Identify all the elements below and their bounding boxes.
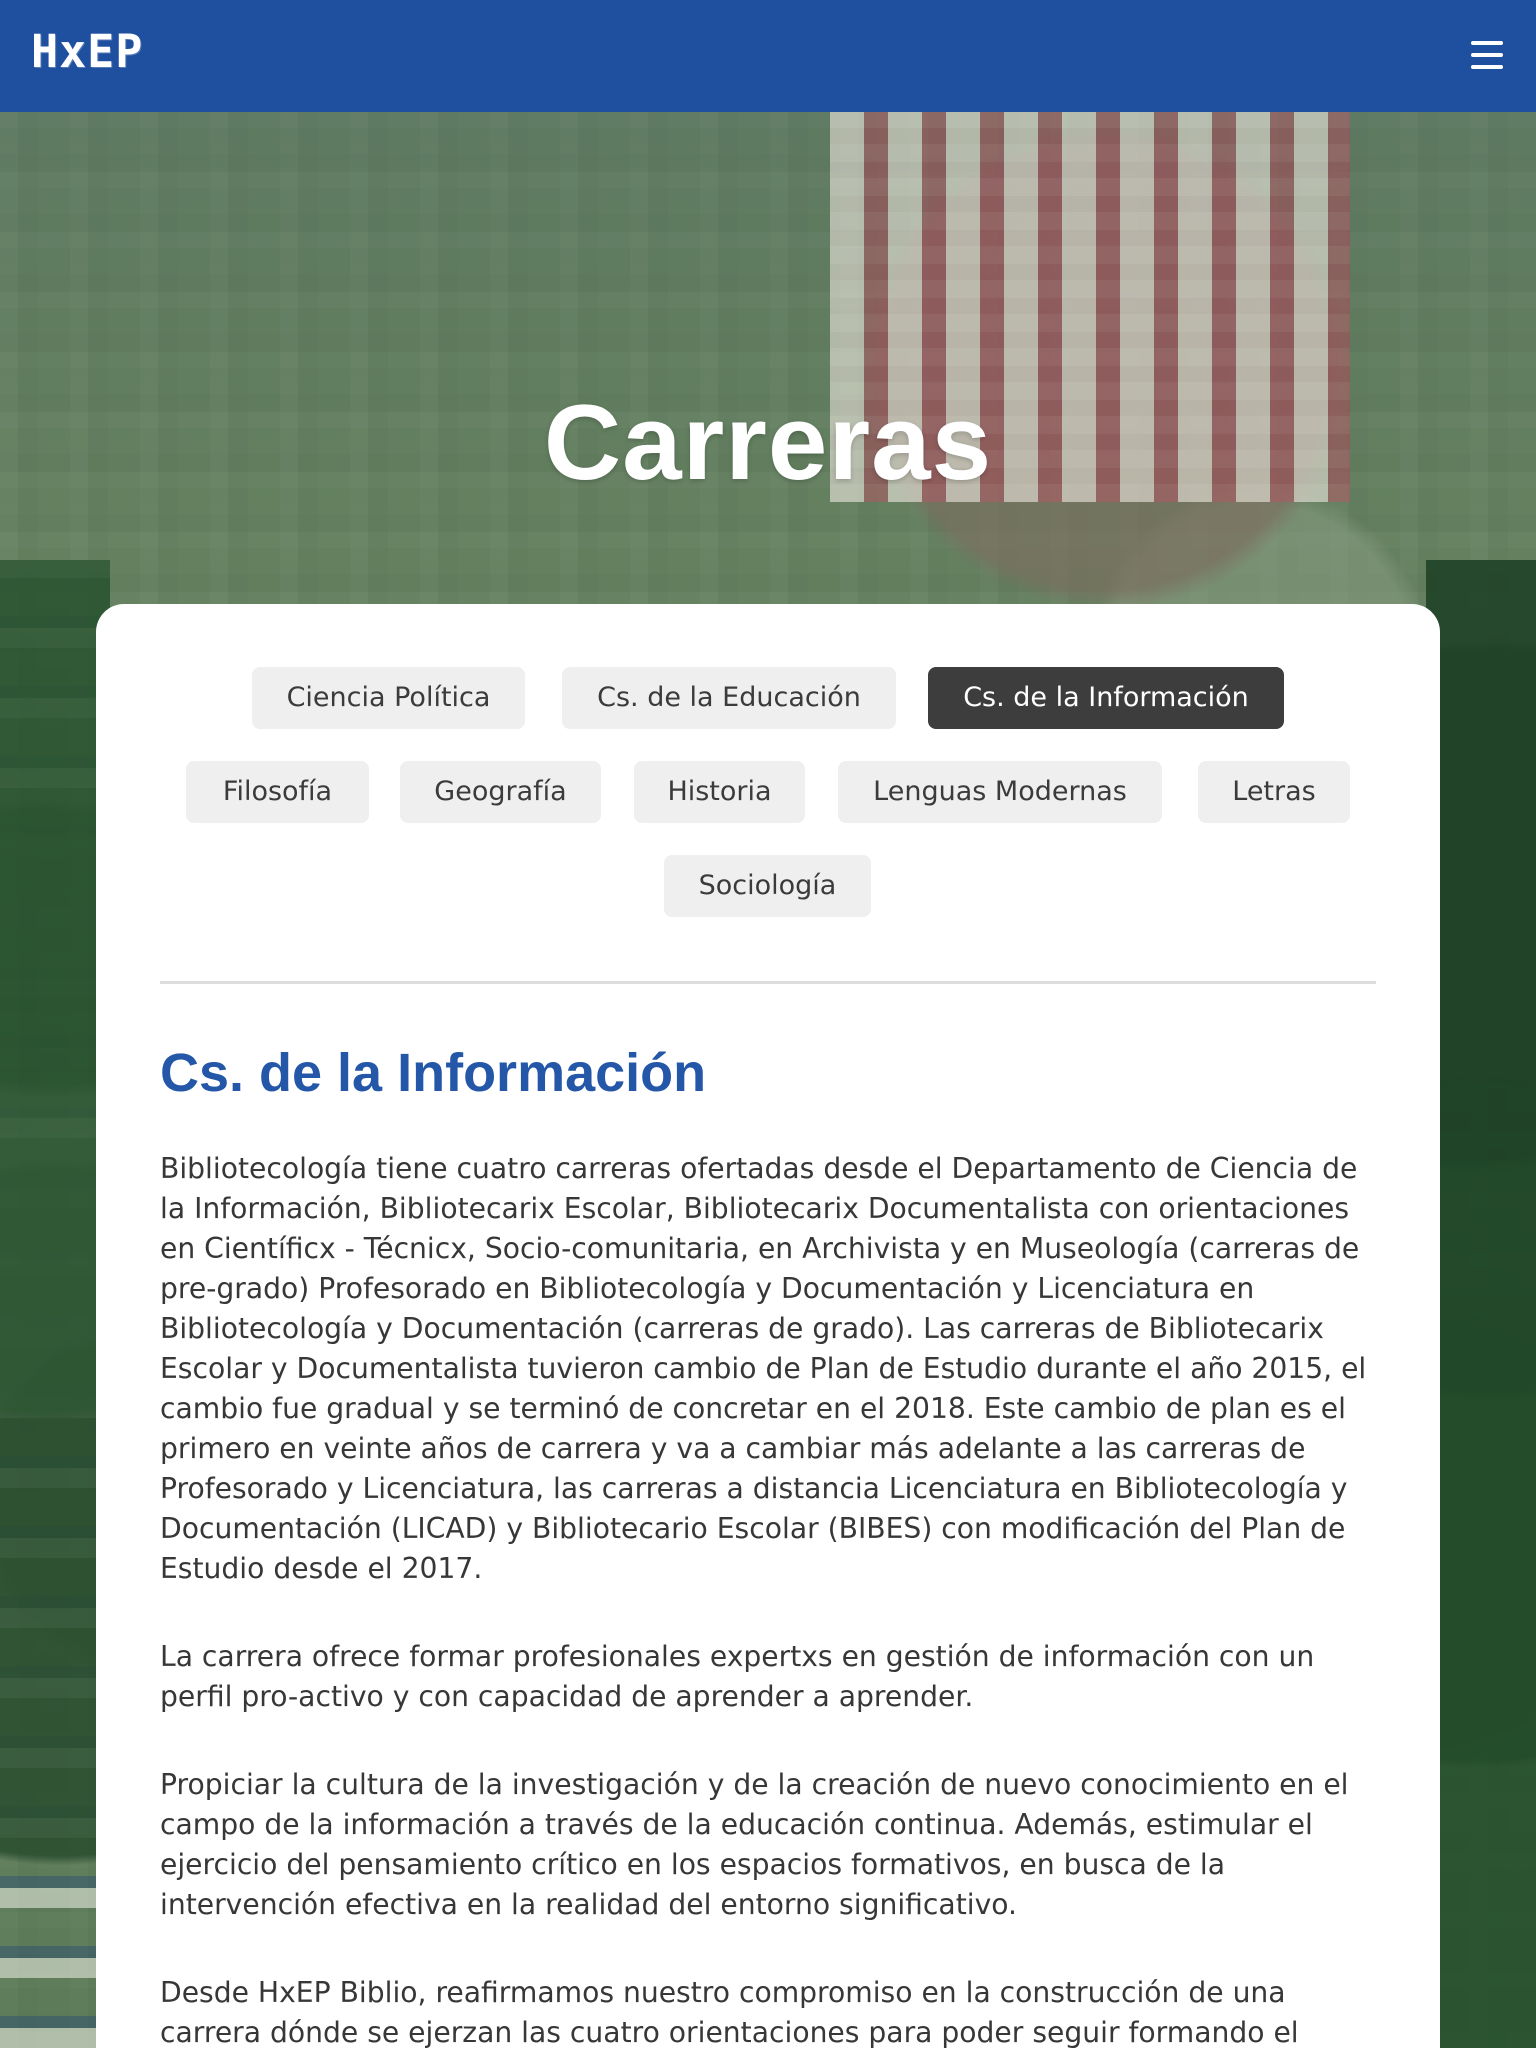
- tab-lenguas-modernas[interactable]: Lenguas Modernas: [838, 761, 1162, 823]
- menu-line-icon: [1471, 41, 1503, 45]
- site-header: HxEP: [0, 0, 1536, 112]
- tab-cs-educacion[interactable]: Cs. de la Educación: [562, 667, 896, 729]
- tab-ciencia-politica[interactable]: Ciencia Política: [252, 667, 525, 729]
- section-title: Cs. de la Información: [160, 1043, 707, 1103]
- tab-historia[interactable]: Historia: [634, 761, 805, 823]
- tab-cs-informacion[interactable]: Cs. de la Información: [928, 667, 1284, 729]
- tab-geografia[interactable]: Geografía: [400, 761, 601, 823]
- tab-filosofia[interactable]: Filosofía: [186, 761, 369, 823]
- tab-sociologia[interactable]: Sociología: [664, 855, 871, 917]
- menu-line-icon: [1471, 53, 1503, 57]
- career-description: Bibliotecología tiene cuatro carreras of…: [160, 1149, 1388, 2048]
- tab-letras[interactable]: Letras: [1198, 761, 1350, 823]
- career-content-card: Ciencia Política Cs. de la Educación Cs.…: [96, 604, 1440, 2048]
- description-paragraph: Propiciar la cultura de la investigación…: [160, 1768, 1349, 1921]
- hamburger-menu-icon[interactable]: [1468, 38, 1506, 72]
- hero-right-trees-image: [1426, 560, 1536, 2048]
- hero-left-trees-image: [0, 560, 110, 2048]
- menu-line-icon: [1471, 65, 1503, 69]
- site-logo[interactable]: HxEP: [31, 26, 143, 78]
- description-paragraph: Bibliotecología tiene cuatro carreras of…: [160, 1152, 1367, 1585]
- page-title: Carreras: [543, 382, 993, 502]
- description-paragraph: Desde HxEP Biblio, reafirmamos nuestro c…: [160, 1976, 1299, 2048]
- career-tabs: Ciencia Política Cs. de la Educación Cs.…: [96, 667, 1440, 927]
- section-divider: [160, 981, 1376, 984]
- description-paragraph: La carrera ofrece formar profesionales e…: [160, 1640, 1315, 1713]
